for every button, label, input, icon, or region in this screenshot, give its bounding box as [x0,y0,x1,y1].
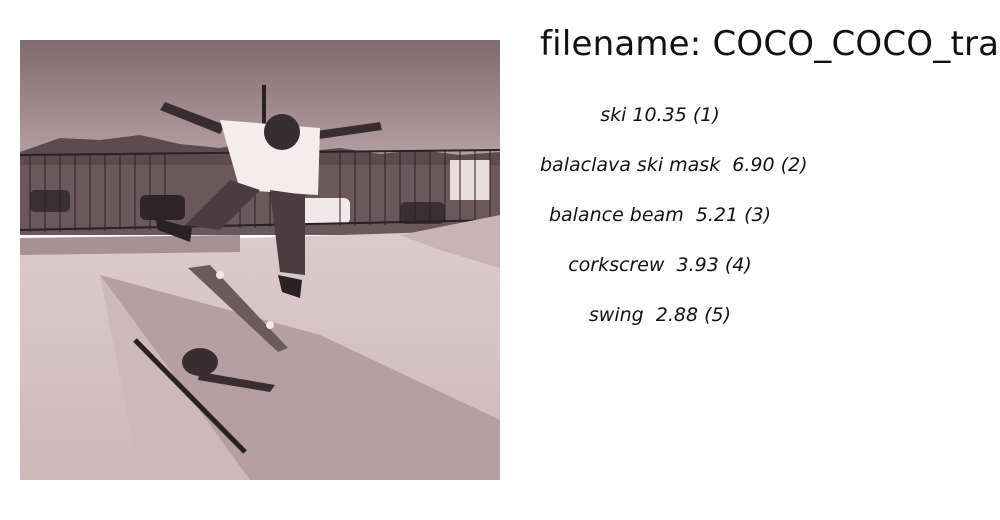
prediction-item: balance beam 5.21 (3) [548,204,772,226]
filename-label: filename: COCO_COCO_train [540,24,1000,64]
prediction-item: balaclava ski mask 6.90 (2) [540,154,808,176]
prediction-item: ski 10.35 (1) [600,104,720,126]
skateboard-photo-illustration [20,40,500,480]
prediction-item: swing 2.88 (5) [588,304,732,326]
skateboard-photo [20,40,500,480]
prediction-list: ski 10.35 (1) balaclava ski mask 6.90 (2… [540,100,808,350]
prediction-item: corkscrew 3.93 (4) [568,254,752,276]
